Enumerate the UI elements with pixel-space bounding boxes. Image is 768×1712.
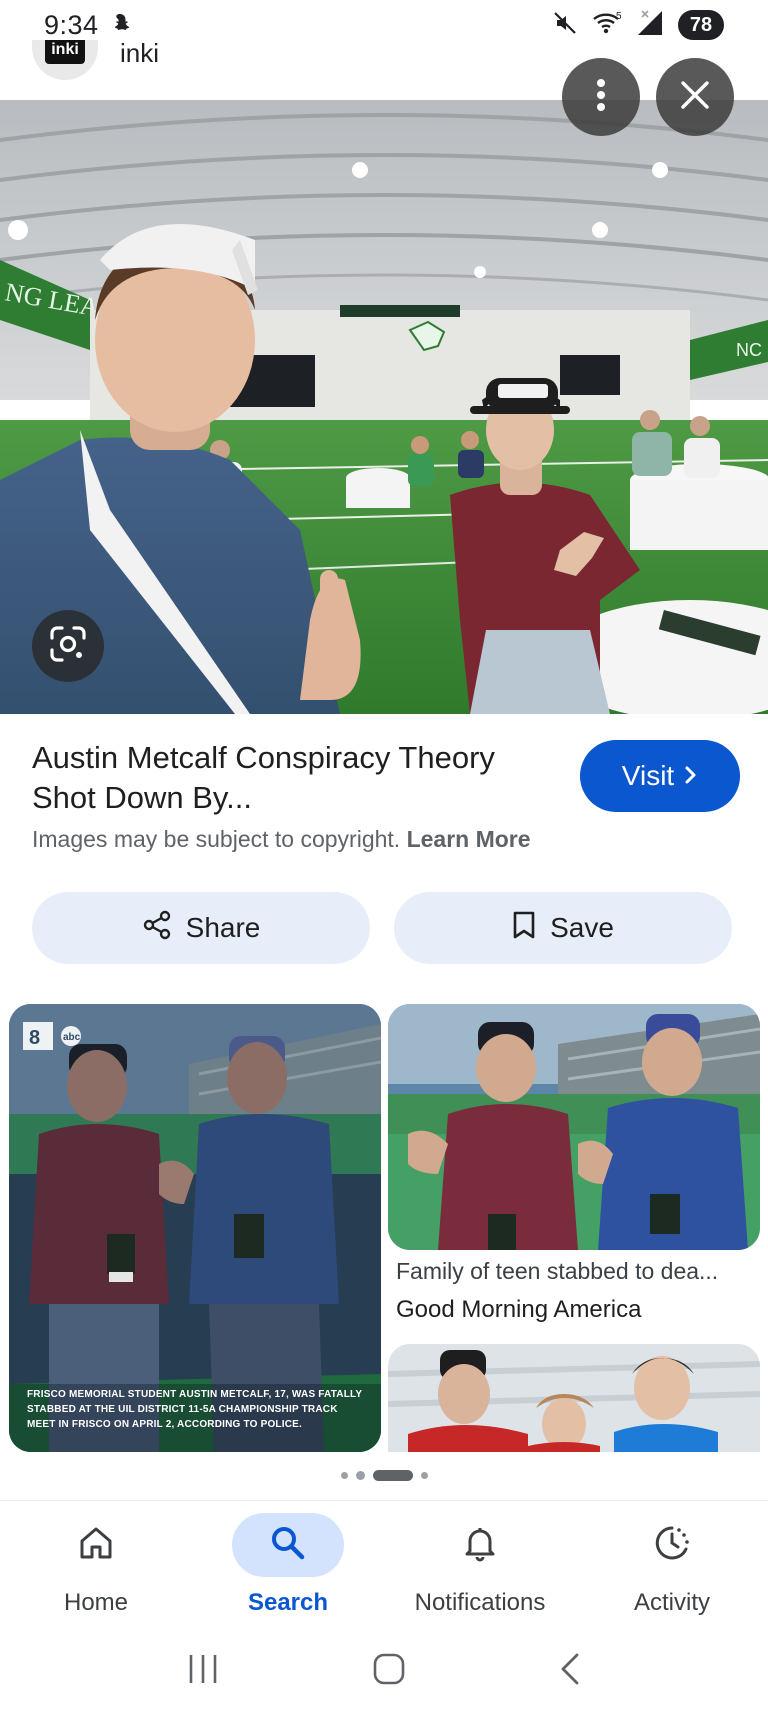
- copyright-notice: Images may be subject to copyright. Lear…: [32, 826, 531, 853]
- search-icon: [268, 1523, 308, 1568]
- nav-search-label: Search: [247, 1589, 329, 1616]
- nav-activity-label: Activity: [633, 1589, 710, 1616]
- nav-search-icon-wrap: [232, 1513, 344, 1577]
- related-image-caption: FRISCO MEMORIAL STUDENT AUSTIN METCALF, …: [27, 1389, 363, 1430]
- signal-icon: [636, 9, 664, 42]
- home-system-button[interactable]: [369, 1649, 409, 1694]
- snapchat-icon: [109, 12, 131, 39]
- lens-icon: [48, 624, 88, 669]
- visit-button[interactable]: Visit: [580, 740, 740, 812]
- status-bar: 9:34 5 78: [0, 0, 768, 50]
- bottom-navigation: Home Search Notifications Activity: [0, 1500, 768, 1630]
- status-time: 9:34: [44, 9, 99, 40]
- more-options-button[interactable]: [562, 58, 640, 136]
- nav-home-label: Home: [63, 1589, 129, 1616]
- nav-notifications-label: Notifications: [414, 1589, 546, 1616]
- nav-notifications-icon-wrap: [424, 1513, 536, 1577]
- back-button[interactable]: [555, 1649, 585, 1694]
- related-source: Good Morning America: [396, 1296, 642, 1323]
- nav-search[interactable]: Search: [192, 1501, 384, 1630]
- related-image-card[interactable]: 8 abc FRISCO MEMORIAL STUDENT AUSTIN MET…: [9, 1004, 381, 1452]
- pager-dot-active: [372, 1470, 413, 1481]
- activity-icon: [652, 1523, 692, 1568]
- pager-dots: [0, 1470, 768, 1481]
- nav-home-icon-wrap: [40, 1513, 152, 1577]
- system-navigation-bar: [0, 1630, 768, 1712]
- bookmark-icon: [512, 910, 536, 947]
- svg-text:abc: abc: [63, 1032, 81, 1043]
- nav-home[interactable]: Home: [0, 1501, 192, 1630]
- hero-image[interactable]: NG LEAD NC: [0, 100, 768, 714]
- pager-dot: [340, 1472, 348, 1479]
- close-icon: [680, 80, 710, 115]
- mute-icon: [552, 10, 578, 41]
- share-button[interactable]: Share: [32, 892, 370, 964]
- nav-activity[interactable]: Activity: [576, 1501, 768, 1630]
- learn-more-link[interactable]: Learn More: [407, 826, 531, 852]
- wifi-icon: 5: [592, 10, 622, 41]
- home-icon: [76, 1523, 116, 1568]
- nav-notifications[interactable]: Notifications: [384, 1501, 576, 1630]
- nav-activity-icon-wrap: [616, 1513, 728, 1577]
- related-image-card[interactable]: [388, 1004, 760, 1250]
- related-image-card[interactable]: [388, 1344, 760, 1452]
- pager-dot: [355, 1471, 365, 1480]
- result-title-row: Austin Metcalf Conspiracy Theory Shot Do…: [32, 738, 740, 818]
- visit-button-label: Visit: [621, 760, 675, 791]
- svg-text:NC: NC: [736, 340, 762, 360]
- svg-text:5: 5: [616, 11, 622, 22]
- more-vert-icon: [596, 78, 606, 117]
- copyright-text: Images may be subject to copyright.: [32, 826, 401, 852]
- save-label: Save: [550, 912, 614, 943]
- battery-icon: 78: [678, 10, 724, 40]
- chevron-right-icon: [684, 760, 698, 792]
- share-label: Share: [185, 912, 261, 943]
- pager-dot: [420, 1472, 428, 1479]
- save-button[interactable]: Save: [394, 892, 732, 964]
- recents-button[interactable]: [183, 1651, 223, 1692]
- close-button[interactable]: [656, 58, 734, 136]
- svg-text:8: 8: [29, 1027, 40, 1049]
- result-title[interactable]: Austin Metcalf Conspiracy Theory Shot Do…: [32, 738, 532, 818]
- bell-icon: [460, 1523, 500, 1568]
- status-left: 9:34: [44, 10, 131, 41]
- status-right: 5 78: [552, 9, 724, 42]
- share-icon: [142, 910, 172, 947]
- lens-button[interactable]: [32, 610, 104, 682]
- related-title[interactable]: Family of teen stabbed to dea...: [396, 1258, 756, 1285]
